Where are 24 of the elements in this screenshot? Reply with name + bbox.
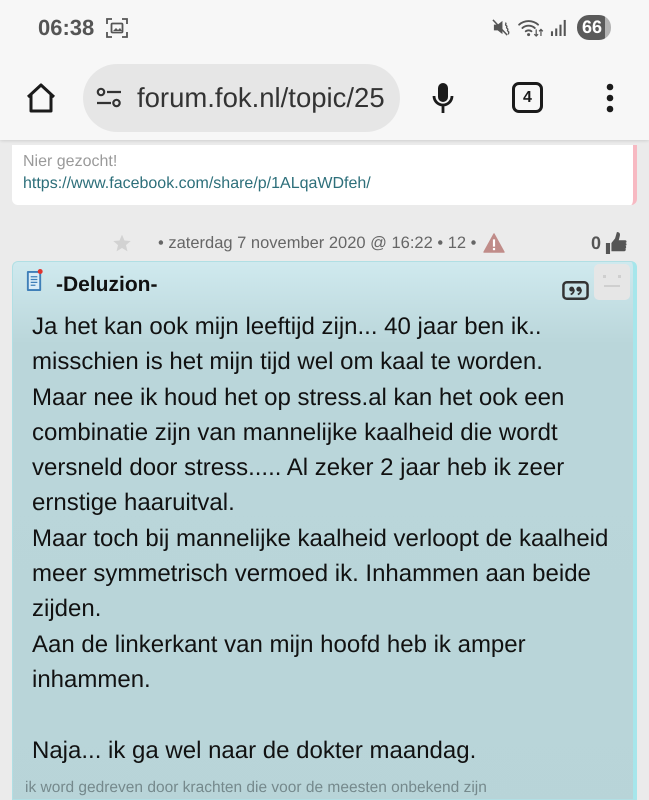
tab-count-button[interactable]: 4 <box>512 82 543 113</box>
facebook-link[interactable]: https://www.facebook.com/share/p/1ALqaWDfeh/ <box>23 174 371 193</box>
address-field[interactable]: forum.fok.nl/topic/25 <box>83 64 400 132</box>
speaker-icon <box>492 18 511 37</box>
like-count: 0 <box>590 232 601 254</box>
more-menu-icon[interactable] <box>606 82 614 112</box>
home-icon[interactable] <box>25 82 57 112</box>
quote-icon[interactable] <box>562 281 589 300</box>
signal-icon <box>550 19 567 36</box>
warning-icon[interactable] <box>483 233 506 253</box>
wifi-icon <box>516 18 544 37</box>
signature-text: Nier gezocht! <box>23 152 118 171</box>
battery-indicator: 66 <box>576 15 611 40</box>
author-name[interactable]: -Deluzion- <box>56 273 158 297</box>
star-icon[interactable] <box>112 233 132 253</box>
status-time: 06:38 <box>38 14 94 40</box>
microphone-icon[interactable] <box>432 82 454 114</box>
site-settings-icon[interactable] <box>96 86 122 108</box>
post-body: Ja het kan ook mijn leeftijd zijn... 40 jaar ben ik.. misschien is het mijn tijd wel om kaal te worden. Maar nee ik houd het op stress.al kan het ook een combinatie zijn van mannelijke kaalheid die wordt versneld door stress..... Al zeker 2 jaar heb ik zeer ernstige haaruitval. Maar toch bij mannelijke kaalheid verloopt de kaalheid meer symmetrisch vermoed ik. Inhammen aan beide zijden. Aan de linkerkant van mijn hoofd heb ik amper inhammen. Naja... ik ga wel naar de dokter maandag. <box>32 312 610 766</box>
notepad-icon <box>25 268 44 293</box>
thumbs-up-icon[interactable] <box>605 231 627 255</box>
post-date: • zaterdag 7 november 2020 @ 16:22 • 12 • <box>158 234 476 252</box>
screenshot-icon <box>106 18 128 38</box>
signature-text: ik word gedreven door krachten die voor de meesten onbekend zijn <box>25 778 487 797</box>
